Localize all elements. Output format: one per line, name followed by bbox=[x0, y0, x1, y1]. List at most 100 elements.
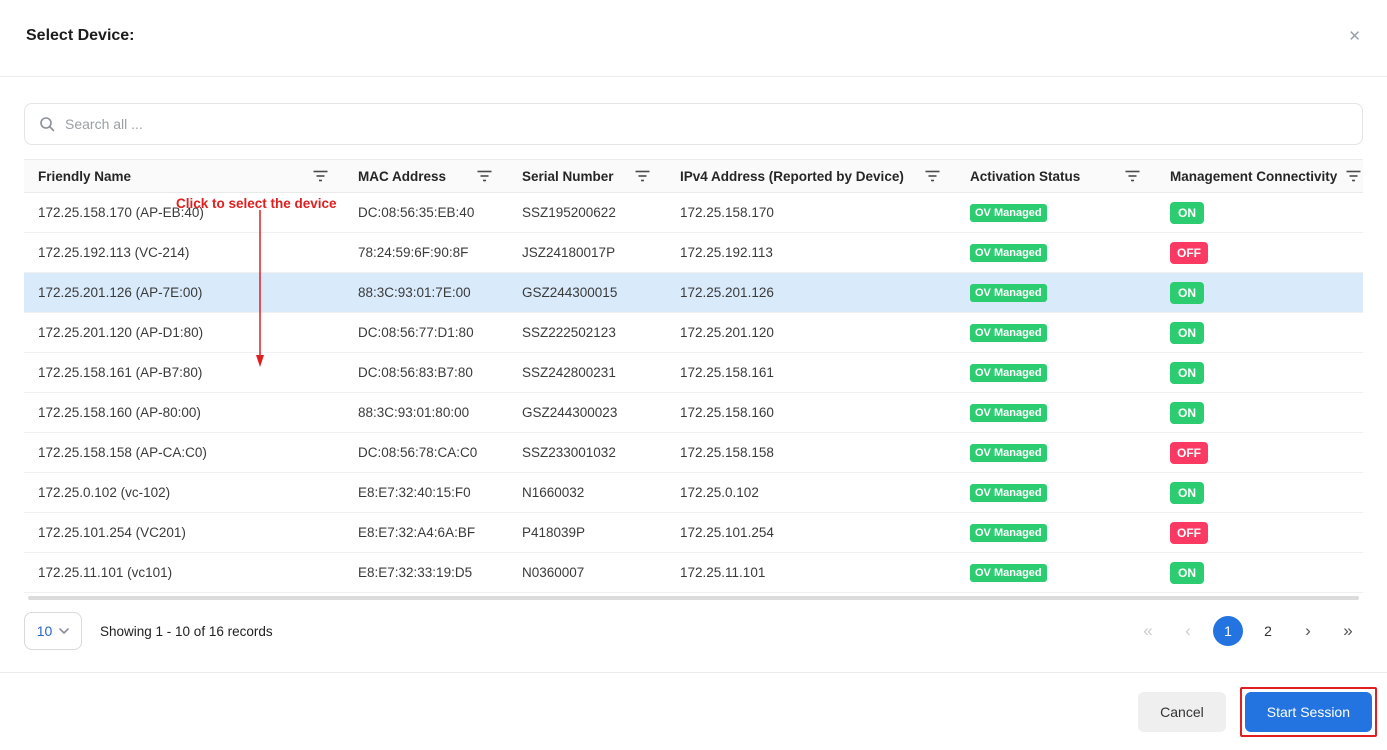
cell-ipv4-address: 172.25.11.101 bbox=[666, 553, 956, 593]
cell-serial-number: JSZ24180017P bbox=[508, 233, 666, 273]
filter-icon[interactable] bbox=[1125, 170, 1140, 182]
annotation-text: Click to select the device bbox=[176, 196, 337, 211]
table-row[interactable]: 172.25.158.160 (AP-80:00)88:3C:93:01:80:… bbox=[24, 393, 1363, 433]
cell-mac-address: DC:08:56:78:CA:C0 bbox=[344, 433, 508, 473]
column-label: Serial Number bbox=[522, 169, 614, 184]
search-input[interactable] bbox=[65, 116, 1348, 132]
cell-serial-number: SSZ233001032 bbox=[508, 433, 666, 473]
cell-ipv4-address: 172.25.192.113 bbox=[666, 233, 956, 273]
activation-status-badge: OV Managed bbox=[970, 484, 1047, 502]
column-header-0: Friendly Name bbox=[24, 160, 344, 193]
cell-ipv4-address: 172.25.0.102 bbox=[666, 473, 956, 513]
table-row[interactable]: 172.25.101.254 (VC201)E8:E7:32:A4:6A:BFP… bbox=[24, 513, 1363, 553]
connectivity-badge: ON bbox=[1170, 202, 1204, 224]
table-footer: 10 Showing 1 - 10 of 16 records « ‹ 12 ›… bbox=[24, 612, 1363, 650]
next-page-icon[interactable]: › bbox=[1293, 616, 1323, 646]
cell-ipv4-address: 172.25.158.161 bbox=[666, 353, 956, 393]
filter-icon[interactable] bbox=[1346, 170, 1361, 182]
column-header-1: MAC Address bbox=[344, 160, 508, 193]
connectivity-badge: ON bbox=[1170, 322, 1204, 344]
activation-status-badge: OV Managed bbox=[970, 324, 1047, 342]
connectivity-badge: ON bbox=[1170, 282, 1204, 304]
table-row[interactable]: 172.25.0.102 (vc-102)E8:E7:32:40:15:F0N1… bbox=[24, 473, 1363, 513]
start-session-button[interactable]: Start Session bbox=[1245, 692, 1372, 732]
cell-friendly-name: 172.25.158.161 (AP-B7:80) bbox=[24, 353, 344, 393]
activation-status-badge: OV Managed bbox=[970, 524, 1047, 542]
cell-friendly-name: 172.25.201.120 (AP-D1:80) bbox=[24, 313, 344, 353]
cell-mac-address: E8:E7:32:A4:6A:BF bbox=[344, 513, 508, 553]
search-box bbox=[24, 103, 1363, 145]
cell-serial-number: GSZ244300023 bbox=[508, 393, 666, 433]
cell-mac-address: E8:E7:32:40:15:F0 bbox=[344, 473, 508, 513]
last-page-icon[interactable]: » bbox=[1333, 616, 1363, 646]
table-row[interactable]: 172.25.158.161 (AP-B7:80)DC:08:56:83:B7:… bbox=[24, 353, 1363, 393]
table-header-row: Friendly Name MAC Address Serial Number IPv… bbox=[24, 160, 1363, 193]
filter-icon[interactable] bbox=[925, 170, 940, 182]
showing-records-text: Showing 1 - 10 of 16 records bbox=[100, 624, 273, 639]
pagination-pages: 12 bbox=[1213, 616, 1283, 646]
activation-status-badge: OV Managed bbox=[970, 244, 1047, 262]
cell-ipv4-address: 172.25.158.170 bbox=[666, 193, 956, 233]
connectivity-badge: ON bbox=[1170, 562, 1204, 584]
table-row[interactable]: 172.25.192.113 (VC-214)78:24:59:6F:90:8F… bbox=[24, 233, 1363, 273]
modal-footer: Cancel Start Session bbox=[0, 672, 1387, 750]
activation-status-badge: OV Managed bbox=[970, 284, 1047, 302]
page-button-1[interactable]: 1 bbox=[1213, 616, 1243, 646]
table-row[interactable]: 172.25.11.101 (vc101)E8:E7:32:33:19:D5N0… bbox=[24, 553, 1363, 593]
activation-status-badge: OV Managed bbox=[970, 404, 1047, 422]
cell-ipv4-address: 172.25.201.120 bbox=[666, 313, 956, 353]
device-table: Friendly Name MAC Address Serial Number IPv… bbox=[24, 159, 1363, 593]
connectivity-badge: ON bbox=[1170, 402, 1204, 424]
column-label: Activation Status bbox=[970, 169, 1080, 184]
cell-ipv4-address: 172.25.158.158 bbox=[666, 433, 956, 473]
column-label: IPv4 Address (Reported by Device) bbox=[680, 169, 904, 184]
cell-ipv4-address: 172.25.158.160 bbox=[666, 393, 956, 433]
cell-serial-number: P418039P bbox=[508, 513, 666, 553]
cell-friendly-name: 172.25.0.102 (vc-102) bbox=[24, 473, 344, 513]
start-session-highlight-box: Start Session bbox=[1240, 687, 1377, 737]
cell-serial-number: SSZ242800231 bbox=[508, 353, 666, 393]
connectivity-badge: OFF bbox=[1170, 242, 1208, 264]
activation-status-badge: OV Managed bbox=[970, 444, 1047, 462]
page-size-value: 10 bbox=[37, 623, 53, 639]
close-icon[interactable]: ✕ bbox=[1346, 27, 1363, 47]
column-header-4: Activation Status bbox=[956, 160, 1156, 193]
page-button-2[interactable]: 2 bbox=[1253, 616, 1283, 646]
cell-serial-number: N1660032 bbox=[508, 473, 666, 513]
page-size-select[interactable]: 10 bbox=[24, 612, 82, 650]
chevron-down-icon bbox=[59, 628, 69, 634]
table-row[interactable]: 172.25.158.158 (AP-CA:C0)DC:08:56:78:CA:… bbox=[24, 433, 1363, 473]
cell-friendly-name: 172.25.192.113 (VC-214) bbox=[24, 233, 344, 273]
column-header-3: IPv4 Address (Reported by Device) bbox=[666, 160, 956, 193]
activation-status-badge: OV Managed bbox=[970, 364, 1047, 382]
activation-status-badge: OV Managed bbox=[970, 204, 1047, 222]
cell-friendly-name: 172.25.11.101 (vc101) bbox=[24, 553, 344, 593]
connectivity-badge: ON bbox=[1170, 362, 1204, 384]
modal-header: Select Device: ✕ bbox=[0, 0, 1387, 77]
cell-serial-number: N0360007 bbox=[508, 553, 666, 593]
cell-friendly-name: 172.25.201.126 (AP-7E:00) bbox=[24, 273, 344, 313]
table-row[interactable]: 172.25.201.126 (AP-7E:00)88:3C:93:01:7E:… bbox=[24, 273, 1363, 313]
cell-mac-address: DC:08:56:35:EB:40 bbox=[344, 193, 508, 233]
cell-friendly-name: 172.25.101.254 (VC201) bbox=[24, 513, 344, 553]
filter-icon[interactable] bbox=[477, 170, 492, 182]
modal-body: Friendly Name MAC Address Serial Number IPv… bbox=[0, 77, 1387, 650]
column-label: Management Connectivity bbox=[1170, 169, 1337, 184]
first-page-icon[interactable]: « bbox=[1133, 616, 1163, 646]
table-row[interactable]: 172.25.201.120 (AP-D1:80)DC:08:56:77:D1:… bbox=[24, 313, 1363, 353]
table-body: 172.25.158.170 (AP-EB:40)DC:08:56:35:EB:… bbox=[24, 193, 1363, 593]
horizontal-scrollbar[interactable] bbox=[28, 596, 1359, 600]
cell-mac-address: DC:08:56:77:D1:80 bbox=[344, 313, 508, 353]
cell-friendly-name: 172.25.158.158 (AP-CA:C0) bbox=[24, 433, 344, 473]
prev-page-icon[interactable]: ‹ bbox=[1173, 616, 1203, 646]
cell-mac-address: E8:E7:32:33:19:D5 bbox=[344, 553, 508, 593]
cell-ipv4-address: 172.25.201.126 bbox=[666, 273, 956, 313]
filter-icon[interactable] bbox=[635, 170, 650, 182]
cell-ipv4-address: 172.25.101.254 bbox=[666, 513, 956, 553]
column-header-5: Management Connectivity bbox=[1156, 160, 1363, 193]
column-label: MAC Address bbox=[358, 169, 446, 184]
cell-mac-address: 78:24:59:6F:90:8F bbox=[344, 233, 508, 273]
pagination: « ‹ 12 › » bbox=[1133, 616, 1363, 646]
cancel-button[interactable]: Cancel bbox=[1138, 692, 1226, 732]
filter-icon[interactable] bbox=[313, 170, 328, 182]
